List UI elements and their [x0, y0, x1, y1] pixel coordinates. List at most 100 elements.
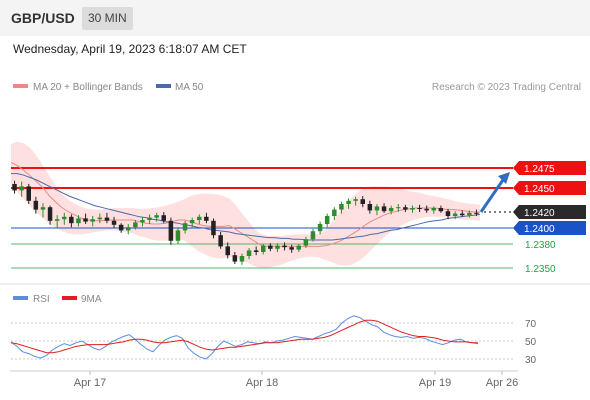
candle-body: [438, 208, 444, 212]
candle-body: [396, 207, 401, 209]
chart-widget: GBP/USD 30 MIN Wednesday, April 19, 2023…: [0, 0, 590, 400]
candle-body: [126, 227, 131, 231]
ma20-legend-label: MA 20 + Bollinger Bands: [33, 82, 143, 93]
candle-body: [12, 184, 17, 191]
level-tag-bg: [513, 161, 586, 175]
candle-body: [374, 206, 380, 211]
x-axis: Apr 17 Apr 18 Apr 19 Apr 26: [74, 371, 518, 389]
candle-body: [275, 245, 280, 249]
candle-body: [460, 213, 465, 216]
ma50-legend-label: MA 50: [175, 82, 204, 93]
level-label-1.2475: 1.2475: [524, 164, 555, 175]
rsi-line: [10, 315, 479, 360]
candle-body: [296, 245, 301, 250]
candle-body: [33, 200, 39, 210]
candle-body: [367, 204, 373, 211]
candle-body: [417, 208, 422, 209]
candles-layer: [12, 180, 479, 265]
candle-body: [69, 216, 74, 224]
candle-body: [161, 215, 166, 221]
ma20-legend-swatch: [13, 84, 28, 88]
candle-body: [431, 208, 436, 211]
candle-body: [40, 207, 46, 210]
candle-body: [353, 199, 358, 201]
x-tick-label: Apr 19: [419, 377, 451, 389]
levels-layer: [11, 167, 513, 269]
candle-body: [62, 216, 67, 220]
chart-svg: MA 20 + Bollinger Bands MA 50 Research ©…: [0, 82, 590, 389]
candle-body: [104, 217, 110, 221]
moving-averages-layer: [10, 161, 481, 247]
candle-body: [289, 247, 294, 250]
candle-body: [317, 224, 323, 232]
candle-body: [19, 186, 24, 191]
ma20-line: [10, 161, 480, 247]
level-tag-bg: [513, 221, 586, 235]
rsi-tick-label: 50: [525, 337, 537, 348]
ma50-line: [11, 173, 481, 241]
candle-body: [175, 230, 181, 241]
level-label-1.2350: 1.2350: [525, 264, 556, 275]
candle-body: [239, 256, 245, 262]
candle-body: [111, 220, 117, 225]
candle-body: [154, 215, 159, 218]
level-label-1.2380: 1.2380: [525, 240, 556, 251]
candle-body: [90, 219, 95, 222]
candle-body: [452, 213, 458, 216]
rsi-ma-legend-swatch: [62, 296, 77, 300]
rsi-ma-line: [10, 319, 478, 354]
candle-body: [83, 218, 88, 222]
candle-body: [97, 217, 103, 220]
candle-body: [346, 200, 351, 204]
candle-body: [218, 235, 223, 247]
level-tag-bg: [513, 181, 586, 195]
candle-body: [268, 245, 273, 249]
currency-pair-title: GBP/USD: [11, 10, 75, 26]
rsi-tick-label: 70: [525, 319, 537, 330]
candle-body: [310, 231, 316, 240]
bollinger-band-area: [11, 141, 480, 268]
timestamp: Wednesday, April 19, 2023 6:18:07 AM CET: [13, 42, 247, 56]
candle-body: [118, 224, 124, 231]
rsi-ma-legend-label: 9MA: [81, 294, 102, 305]
candle-body: [140, 220, 145, 223]
candle-body: [168, 220, 174, 241]
forecast-arrow-head: [498, 172, 510, 184]
timeframe-badge[interactable]: 30 MIN: [82, 7, 133, 30]
candle-body: [381, 206, 387, 212]
level-tag-bg: [513, 205, 586, 219]
forecast-arrow-shaft: [479, 176, 507, 213]
level-label-1.2400: 1.2400: [524, 224, 555, 235]
rsi-panel: 70 50 30: [10, 315, 537, 366]
candle-body: [445, 211, 451, 216]
candle-body: [204, 216, 209, 221]
candle-body: [467, 212, 472, 216]
level-label-1.2420: 1.2420: [524, 208, 555, 219]
candle-body: [261, 245, 266, 252]
credit-text: Research © 2023 Trading Central: [432, 82, 581, 93]
candle-body: [147, 217, 152, 220]
candle-body: [54, 219, 60, 221]
x-tick-label: Apr 18: [246, 377, 278, 389]
candle-body: [332, 209, 337, 216]
level-label-1.2450: 1.2450: [524, 184, 555, 195]
candle-body: [197, 216, 202, 220]
candle-body: [410, 208, 415, 210]
forecast-layer: [479, 172, 510, 213]
candle-body: [76, 218, 81, 224]
rsi-legend-label: RSI: [33, 294, 50, 305]
candle-body: [182, 223, 188, 231]
candle-body: [388, 208, 394, 212]
candle-body: [211, 220, 216, 236]
bollinger-bands-layer: [11, 141, 480, 268]
candle-body: [133, 222, 138, 228]
ma50-legend-swatch: [156, 84, 171, 88]
rsi-tick-label: 30: [525, 355, 537, 366]
header-bar: GBP/USD 30 MIN: [0, 0, 590, 36]
candle-body: [189, 220, 195, 224]
candle-body: [303, 239, 309, 246]
candle-body: [360, 199, 365, 204]
candle-body: [232, 255, 238, 262]
x-tick-label: Apr 26: [486, 377, 518, 389]
candle-body: [424, 208, 429, 211]
